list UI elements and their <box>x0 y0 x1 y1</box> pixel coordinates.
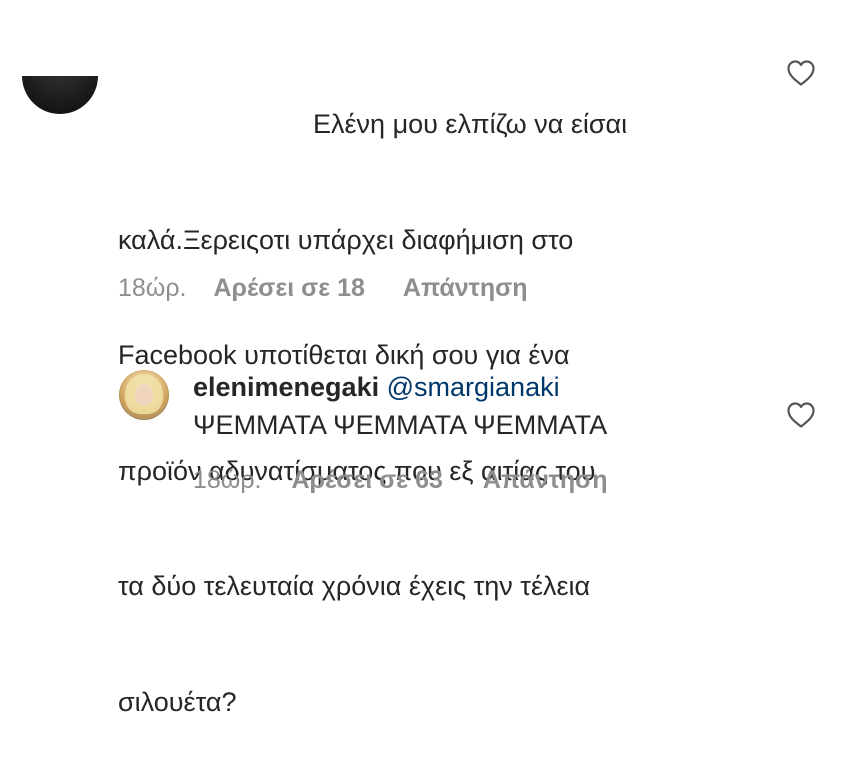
commenter-avatar[interactable] <box>22 76 98 114</box>
comment-line: τα δύο τελευταία χρόνια έχεις την τέλεια <box>118 571 591 601</box>
reply-header: elenimenegaki @smargianaki <box>193 368 560 406</box>
comment-line: σιλουέτα? <box>118 686 237 717</box>
reply-username[interactable]: elenimenegaki <box>193 372 379 402</box>
mention-link[interactable]: @smargianaki <box>387 372 560 402</box>
reply-timestamp: 18ώρ. <box>193 466 262 494</box>
reply-avatar[interactable] <box>119 370 169 420</box>
comment-line: Ελένη μου ελπίζω να είσαι <box>313 109 628 139</box>
comment-meta: 18ώρ. Αρέσει σε 18 Απάντηση <box>118 274 527 303</box>
reply-meta: 18ώρ. Αρέσει σε 63 Απάντηση <box>193 466 607 495</box>
likes-count-link[interactable]: Αρέσει σε 63 <box>292 466 443 495</box>
likes-count-link[interactable]: Αρέσει σε 18 <box>214 274 365 303</box>
comment-timestamp: 18ώρ. <box>118 274 187 302</box>
heart-outline-icon[interactable] <box>787 402 815 428</box>
comment-line: καλά.Ξερειςοτι υπάρχει διαφήμιση στο <box>118 224 574 255</box>
heart-outline-icon[interactable] <box>787 60 815 86</box>
reply-button[interactable]: Απάντηση <box>483 466 608 495</box>
reply-text: ΨΕΜΜΑΤΑ ΨΕΜΜΑΤΑ ΨΕΜΜΑΤΑ <box>193 410 608 440</box>
reply-button[interactable]: Απάντηση <box>403 274 528 303</box>
